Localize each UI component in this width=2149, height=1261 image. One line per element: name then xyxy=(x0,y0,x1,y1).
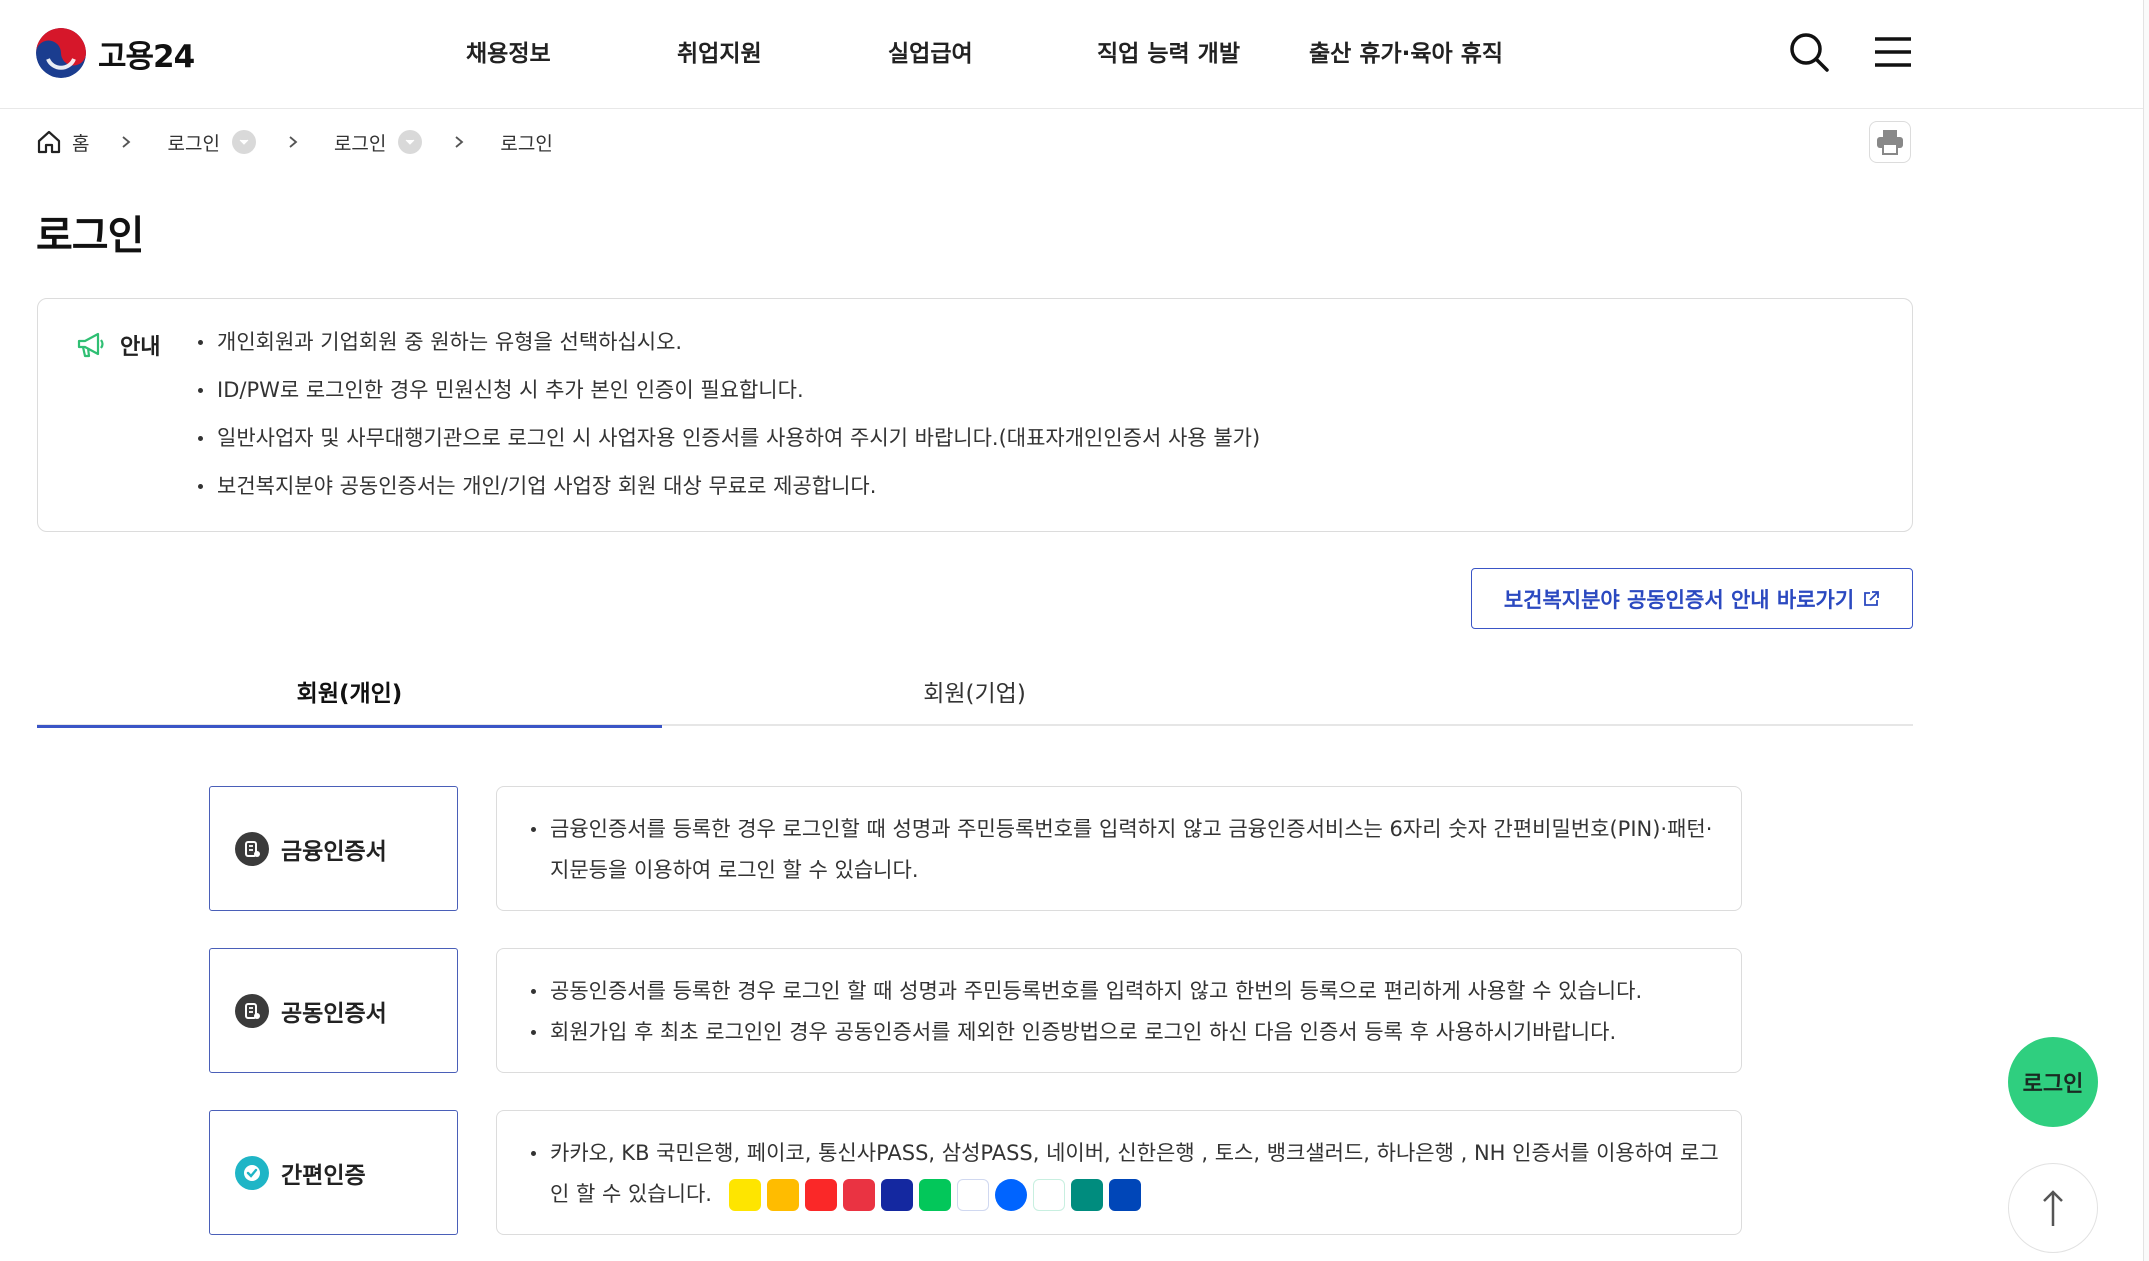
tab-individual[interactable]: 회원(개인) xyxy=(37,660,662,728)
external-link-icon xyxy=(1864,590,1880,606)
logo[interactable]: 고용24 xyxy=(36,28,195,78)
financial-cert-button[interactable]: 금융인증서 xyxy=(209,786,458,911)
floating-login-button[interactable]: 로그인 xyxy=(2008,1037,2098,1127)
joint-cert-label: 공동인증서 xyxy=(281,1000,387,1027)
nav-jobs[interactable]: 채용정보 xyxy=(466,34,551,68)
chevron-down-icon[interactable] xyxy=(398,130,423,154)
kakao-icon xyxy=(728,1179,761,1211)
member-type-tabs: 회원(개인) 회원(기업) xyxy=(37,660,1913,728)
description-item: 회원가입 후 최초 로그인인 경우 공동인증서를 제외한 인증방법으로 로그인 … xyxy=(531,1012,1719,1053)
simple-auth-label: 간편인증 xyxy=(281,1162,366,1189)
breadcrumb-current: 로그인 xyxy=(500,132,553,155)
certificate-guide-link-label: 보건복지분야 공동인증서 안내 바로가기 xyxy=(1503,587,1855,612)
breadcrumb-label: 로그인 xyxy=(333,132,387,155)
chevron-down-icon[interactable] xyxy=(231,130,256,154)
chevron-right-icon xyxy=(289,136,298,148)
printer-icon xyxy=(1877,130,1903,155)
breadcrumb: 홈 로그인 로그인 로그인 xyxy=(36,127,553,157)
notice-item: 일반사업자 및 사무대행기관으로 로그인 시 사업자용 인증서를 사용하여 주시… xyxy=(198,423,1260,471)
tab-business[interactable]: 회원(기업) xyxy=(662,660,1287,726)
search-icon[interactable] xyxy=(1787,30,1831,74)
notice-label: 안내 xyxy=(120,335,161,360)
notice-item: 개인회원과 기업회원 중 원하는 유형을 선택하십시오. xyxy=(198,327,1260,375)
notice-item: 보건복지분야 공동인증서는 개인/기업 사업장 회원 대상 무료로 제공합니다. xyxy=(198,471,1260,519)
notice-item: ID/PW로 로그인한 경우 민원신청 시 추가 본인 인증이 필요합니다. xyxy=(198,375,1260,423)
simple-auth-description: 카카오, KB 국민은행, 페이코, 통신사PASS, 삼성PASS, 네이버,… xyxy=(496,1110,1742,1235)
scrollbar[interactable] xyxy=(2143,0,2149,1261)
site-header: 고용24 채용정보 취업지원 실업급여 직업 능력 개발 출산 휴가·육아 휴직 xyxy=(0,0,2149,109)
breadcrumb-label: 로그인 xyxy=(167,132,220,155)
payco-icon xyxy=(804,1179,837,1211)
certificate-guide-link[interactable]: 보건복지분야 공동인증서 안내 바로가기 xyxy=(1471,568,1913,629)
hana-icon xyxy=(1070,1179,1103,1211)
notice-box: 안내 개인회원과 기업회원 중 원하는 유형을 선택하십시오. ID/PW로 로… xyxy=(37,298,1913,532)
simple-auth-icons xyxy=(728,1179,1147,1211)
megaphone-icon xyxy=(77,332,104,358)
notice-head: 안내 xyxy=(76,329,160,361)
toss-icon xyxy=(994,1179,1027,1211)
joint-cert-button[interactable]: 공동인증서 xyxy=(209,948,458,1073)
menu-icon[interactable] xyxy=(1871,30,1915,74)
description-item: 금융인증서를 등록한 경우 로그인할 때 성명과 주민등록번호를 입력하지 않고… xyxy=(531,809,1719,891)
kb-icon xyxy=(766,1179,799,1211)
print-button[interactable] xyxy=(1869,121,1911,163)
logo-text: 고용24 xyxy=(98,38,195,75)
description-item: 공동인증서를 등록한 경우 로그인 할 때 성명과 주민등록번호를 입력하지 않… xyxy=(531,971,1719,1012)
home-icon xyxy=(37,130,61,154)
chevron-right-icon xyxy=(122,136,131,148)
breadcrumb-item[interactable]: 로그인 xyxy=(333,129,423,156)
nh-icon xyxy=(1108,1179,1141,1211)
description-item: 카카오, KB 국민은행, 페이코, 통신사PASS, 삼성PASS, 네이버,… xyxy=(531,1133,1719,1215)
notice-list: 개인회원과 기업회원 중 원하는 유형을 선택하십시오. ID/PW로 로그인한… xyxy=(198,327,1260,519)
financial-cert-label: 금융인증서 xyxy=(281,838,387,865)
joint-cert-description: 공동인증서를 등록한 경우 로그인 할 때 성명과 주민등록번호를 입력하지 않… xyxy=(496,948,1742,1073)
shinhan-icon xyxy=(956,1179,989,1211)
simple-auth-button[interactable]: 간편인증 xyxy=(209,1110,458,1235)
certificate-icon xyxy=(235,993,269,1028)
chevron-right-icon xyxy=(455,136,464,148)
breadcrumb-home[interactable]: 홈 xyxy=(36,129,89,156)
taegeuk-logo-icon xyxy=(36,28,86,78)
page-title: 로그인 xyxy=(36,213,144,259)
nav-skill-development[interactable]: 직업 능력 개발 xyxy=(1097,34,1240,68)
certificate-icon xyxy=(235,831,269,866)
financial-cert-description: 금융인증서를 등록한 경우 로그인할 때 성명과 주민등록번호를 입력하지 않고… xyxy=(496,786,1742,911)
naver-icon xyxy=(918,1179,951,1211)
arrow-up-icon xyxy=(2043,1190,2063,1226)
nav-parental-leave[interactable]: 출산 휴가·육아 휴직 xyxy=(1309,34,1503,68)
check-badge-icon xyxy=(235,1155,269,1190)
nav-unemployment-benefit[interactable]: 실업급여 xyxy=(888,34,973,68)
pass-icon xyxy=(842,1179,875,1211)
banksalad-icon xyxy=(1032,1179,1065,1211)
samsung-pass-icon xyxy=(880,1179,913,1211)
nav-employment-support[interactable]: 취업지원 xyxy=(677,34,762,68)
breadcrumb-home-label: 홈 xyxy=(72,132,90,155)
breadcrumb-item[interactable]: 로그인 xyxy=(167,129,256,156)
scroll-top-button[interactable] xyxy=(2008,1163,2098,1253)
